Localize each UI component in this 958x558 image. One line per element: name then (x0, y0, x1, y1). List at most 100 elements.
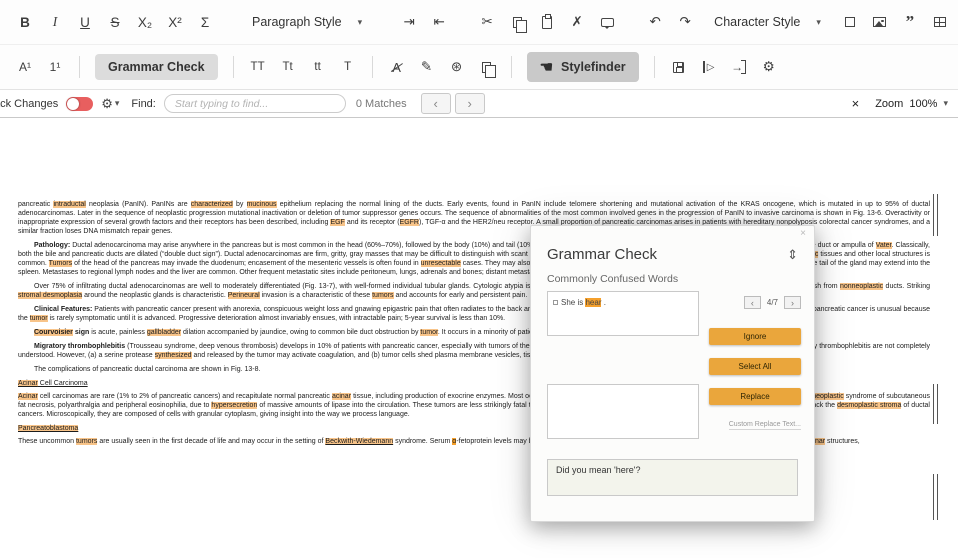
blockquote-button[interactable]: ” (897, 7, 923, 37)
app-window: B I U S X₂ X² Σ Paragraph Style ▾ ⇥ ⇤ ✂ … (0, 0, 958, 558)
superscript-button[interactable]: X² (162, 7, 188, 37)
dialog-title: Grammar Check (547, 246, 657, 263)
chevron-down-icon: ▾ (816, 17, 821, 28)
find-input[interactable] (164, 94, 346, 113)
paste-button[interactable] (534, 7, 560, 37)
dialog-close-button[interactable]: × (800, 228, 806, 239)
save-button[interactable] (666, 52, 692, 82)
redo-button[interactable]: ↷ (672, 7, 698, 37)
dialog-section-label: Commonly Confused Words (531, 263, 814, 285)
plain-case-icon: T (344, 61, 351, 73)
select-all-button[interactable]: Select All (709, 358, 801, 375)
track-changes-toggle[interactable] (66, 97, 93, 111)
ignore-button[interactable]: Ignore (709, 328, 801, 345)
close-find-button[interactable]: × (852, 96, 860, 111)
copy-button[interactable] (504, 7, 530, 37)
duplicate-pages-button[interactable] (474, 52, 500, 82)
highlighter-button[interactable]: ✎ (414, 52, 440, 82)
chevron-left-icon: ‹ (751, 298, 754, 308)
checkbox-icon (845, 17, 855, 27)
replace-button[interactable]: Replace (709, 388, 801, 405)
footnote-button[interactable]: A¹ (12, 52, 38, 82)
find-bar: ack Changes ⚙ ▾ Find: 0 Matches ‹ › × Zo… (0, 90, 958, 118)
grammar-check-button[interactable]: Grammar Check (95, 54, 218, 80)
chevron-left-icon: ‹ (433, 96, 437, 111)
pages-icon (482, 62, 491, 73)
issue-counter: 4/7 (767, 298, 778, 307)
select-all-toggle-button[interactable] (837, 7, 863, 37)
titlecase-button[interactable]: Tt (275, 52, 301, 82)
dialog-title-row: Grammar Check ⇕ (531, 226, 814, 263)
cut-button[interactable]: ✂ (474, 7, 500, 37)
footnote-icon: A¹ (19, 60, 31, 74)
zoom-value: 100% (909, 98, 937, 110)
clear-formatting-icon: ✗ (572, 14, 583, 30)
track-changes-label: ack Changes (0, 98, 58, 110)
export-button[interactable]: → (726, 52, 752, 82)
subscript-button[interactable]: X₂ (132, 7, 158, 37)
plain-case-button[interactable]: T (335, 52, 361, 82)
color-picker-button[interactable]: ⊛ (444, 52, 470, 82)
underline-button[interactable]: U (72, 7, 98, 37)
font-color-icon: A (392, 60, 401, 75)
uppercase-button[interactable]: TT (245, 52, 271, 82)
zoom-control[interactable]: Zoom 100% ▾ (875, 98, 948, 110)
play-icon: ▷ (703, 61, 715, 73)
move-dialog-icon[interactable]: ⇕ (787, 247, 798, 263)
comment-button[interactable] (594, 7, 620, 37)
paragraph-style-dropdown[interactable]: Paragraph Style ▾ (252, 15, 362, 29)
quote-icon: ” (906, 12, 915, 32)
insert-table-button[interactable] (927, 7, 953, 37)
replacement-box[interactable] (547, 384, 699, 439)
stylefinder-button[interactable]: ☚ Stylefinder (527, 52, 639, 82)
clipboard-icon (542, 16, 552, 29)
export-icon: → (731, 60, 746, 74)
settings-button[interactable]: ⚙ (756, 52, 782, 82)
sentence-checkbox[interactable] (553, 300, 558, 305)
uppercase-icon: TT (251, 61, 265, 73)
indent-increase-button[interactable]: ⇥ (396, 7, 422, 37)
subscript-icon: X₂ (138, 15, 152, 30)
grammar-check-dialog: × Grammar Check ⇕ Commonly Confused Word… (530, 225, 815, 522)
chevron-right-icon: › (467, 96, 471, 111)
next-issue-button[interactable]: › (784, 296, 801, 309)
separator (372, 56, 373, 78)
insert-image-button[interactable] (867, 7, 893, 37)
font-color-button[interactable]: A (384, 52, 410, 82)
character-style-dropdown[interactable]: Character Style ▾ (714, 15, 821, 29)
italic-button[interactable]: I (42, 7, 68, 37)
separator (654, 56, 655, 78)
symbol-button[interactable]: Σ (192, 7, 218, 37)
image-icon (873, 17, 886, 27)
sentence-box: She is hear . (547, 291, 699, 336)
find-settings-button[interactable]: ⚙ ▾ (101, 96, 119, 112)
lowercase-button[interactable]: tt (305, 52, 331, 82)
previous-issue-button[interactable]: ‹ (744, 296, 761, 309)
bold-icon: B (20, 15, 30, 30)
copy-icon (513, 17, 522, 28)
issue-navigation: ‹ 4/7 › (744, 296, 801, 309)
run-button[interactable]: ▷ (696, 52, 722, 82)
strikethrough-button[interactable]: S (102, 7, 128, 37)
titlecase-icon: Tt (282, 61, 292, 73)
find-next-button[interactable]: › (455, 93, 485, 114)
indent-decrease-button[interactable]: ⇤ (426, 7, 452, 37)
suggestion-text: Did you mean 'here'? (556, 465, 641, 475)
undo-button[interactable]: ↶ (642, 7, 668, 37)
change-mark (933, 194, 938, 236)
hand-pointer-icon: ☚ (540, 58, 553, 76)
save-icon (673, 62, 684, 73)
comment-icon (601, 18, 614, 27)
sigma-icon: Σ (201, 15, 209, 30)
endnote-button[interactable]: 1¹ (42, 52, 68, 82)
find-previous-button[interactable]: ‹ (421, 93, 451, 114)
change-mark (933, 474, 938, 520)
clear-formatting-button[interactable]: ✗ (564, 7, 590, 37)
gear-icon: ⚙ (763, 59, 775, 75)
separator (233, 56, 234, 78)
chevron-down-icon: ▾ (358, 17, 363, 28)
chevron-down-icon: ▾ (115, 98, 120, 109)
separator (511, 56, 512, 78)
custom-replace-link[interactable]: Custom Replace Text... (729, 421, 801, 430)
bold-button[interactable]: B (12, 7, 38, 37)
